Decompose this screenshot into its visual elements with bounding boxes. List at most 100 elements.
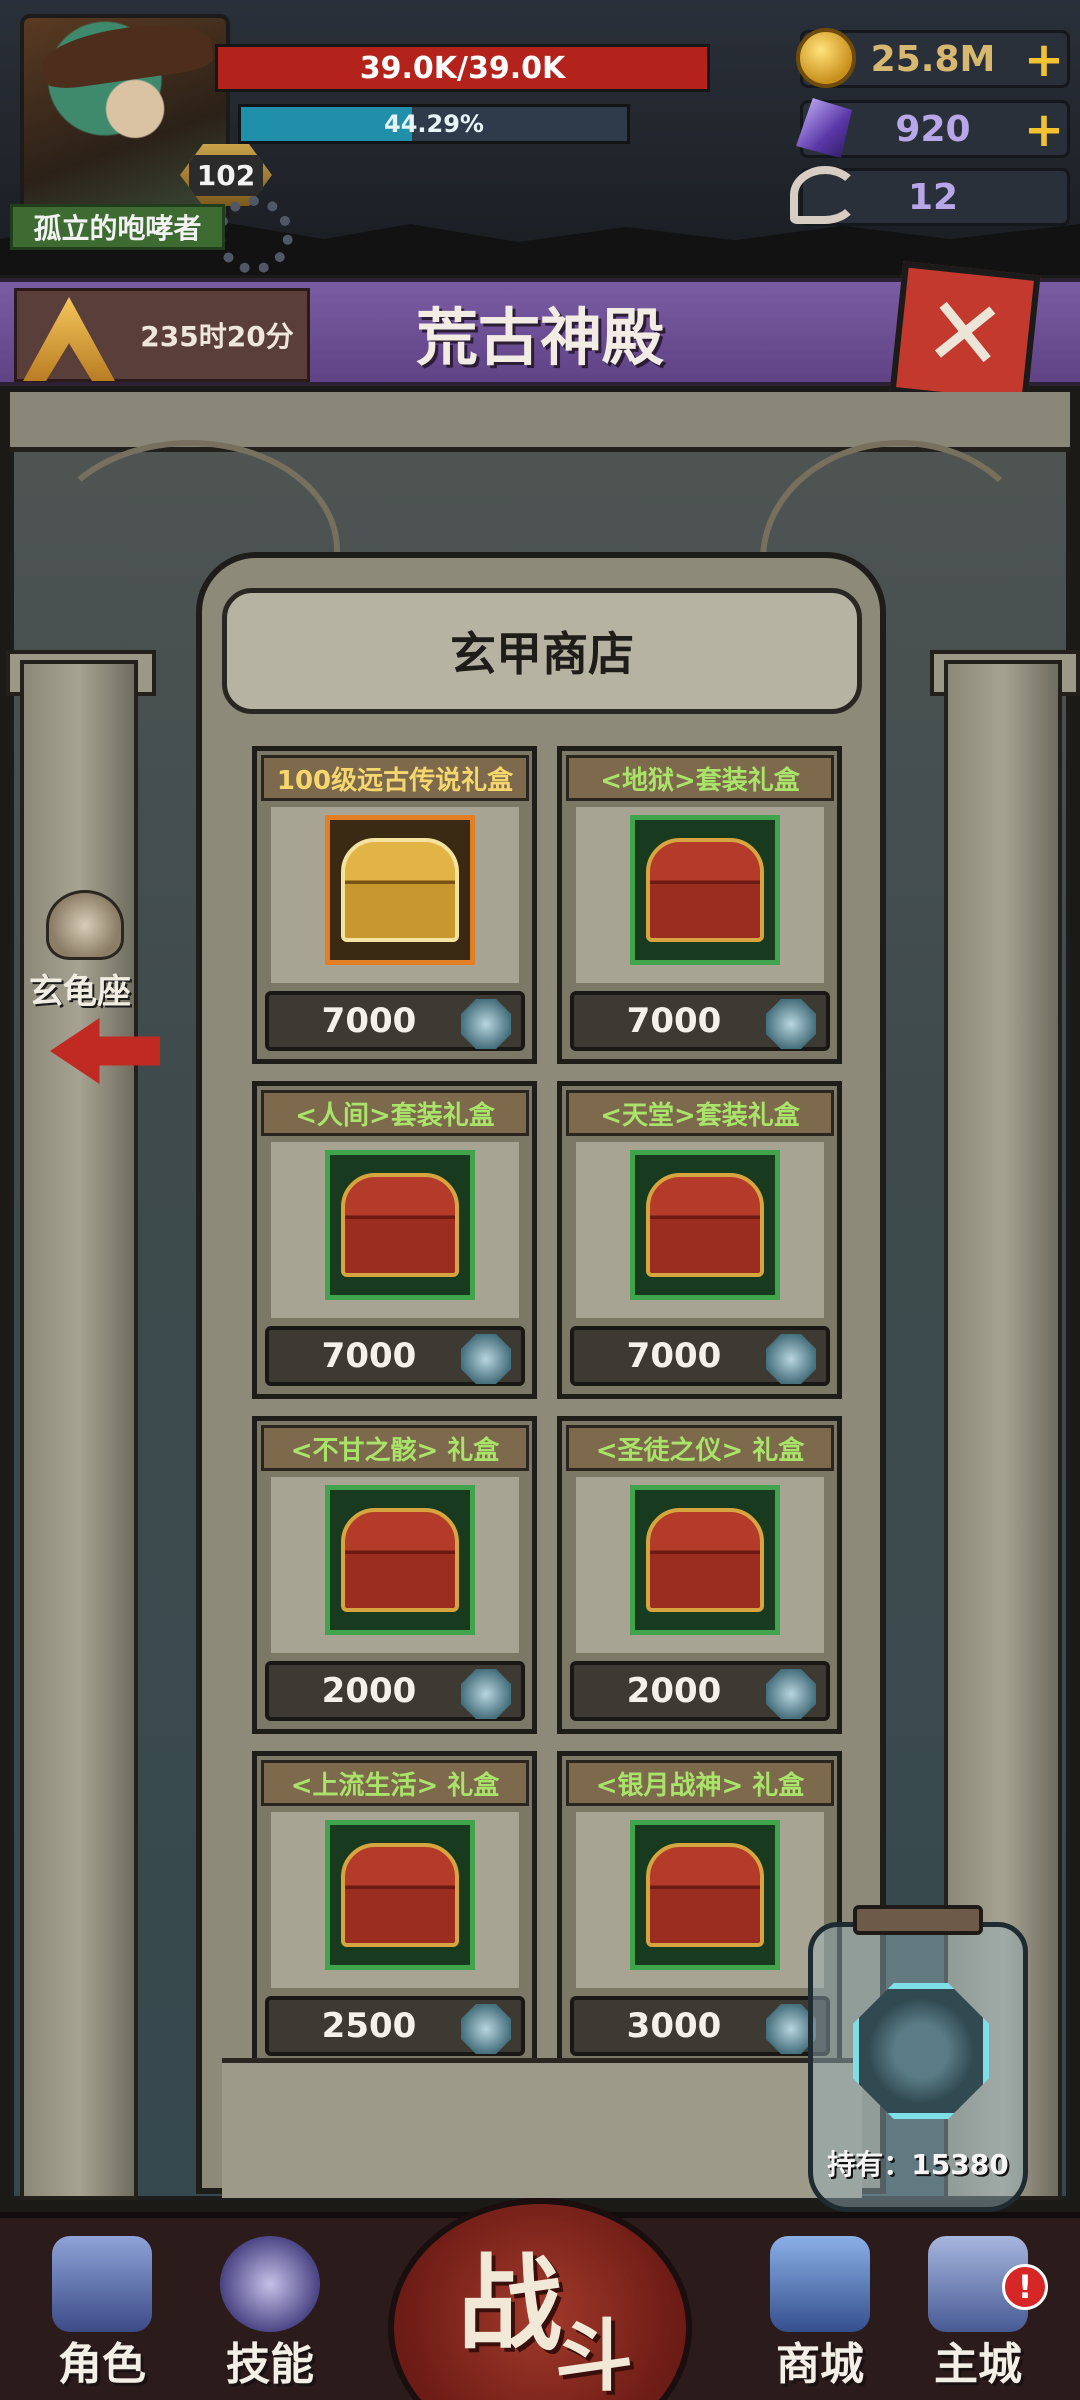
shop-item[interactable]: <不甘之骸> 礼盒 2000: [252, 1416, 537, 1734]
price-value: 7000: [626, 1336, 722, 1376]
shop-item-title: <地狱>套装礼盒: [566, 755, 834, 801]
item-frame: [325, 1820, 475, 1970]
add-gold-button[interactable]: +: [1021, 32, 1067, 88]
nav-city[interactable]: 主城: [898, 2218, 1058, 2400]
shop-item[interactable]: <圣徒之仪> 礼盒 2000: [557, 1416, 842, 1734]
treasure-chest-icon: [646, 838, 764, 942]
shop-item[interactable]: <上流生活> 礼盒 2500: [252, 1751, 537, 2069]
add-gem-button[interactable]: +: [1021, 102, 1067, 158]
price-value: 2000: [626, 1671, 722, 1711]
armor-token-icon: [766, 1334, 816, 1384]
holdings-text: 持有：15380: [827, 2148, 1009, 2181]
shop-item-title: <圣徒之仪> 礼盒: [566, 1425, 834, 1471]
constellation-nav[interactable]: 玄龟座: [10, 890, 180, 1090]
rank-up-icon: [23, 297, 115, 381]
treasure-chest-icon: [341, 1508, 459, 1612]
nav-city-label: 主城: [934, 2339, 1022, 2390]
alert-badge: !: [1002, 2264, 1048, 2310]
constellation-label: 玄龟座: [29, 971, 131, 1012]
armor-token-icon: [461, 1334, 511, 1384]
shop-item-title: <人间>套装礼盒: [261, 1090, 529, 1136]
armor-token-icon: [766, 1669, 816, 1719]
treasure-chest-icon: [341, 838, 459, 942]
price-value: 7000: [321, 1336, 417, 1376]
nav-character[interactable]: 角色: [22, 2218, 182, 2400]
price-box[interactable]: 2000: [265, 1661, 525, 1721]
page-title: 荒古神殿: [415, 301, 664, 374]
price-value: 7000: [321, 1001, 417, 1041]
shop-item[interactable]: <天堂>套装礼盒 7000: [557, 1081, 842, 1399]
armor-token-icon: [461, 999, 511, 1049]
item-frame: [325, 815, 475, 965]
nav-shop[interactable]: 商城: [740, 2218, 900, 2400]
turtle-icon: [46, 890, 124, 960]
item-frame: [630, 1150, 780, 1300]
nav-shop-label: 商城: [776, 2339, 864, 2390]
armor-token-icon: [461, 2004, 511, 2054]
tent-icon: [770, 2236, 870, 2332]
shop-grid: 100级远古传说礼盒 7000 <地狱>套装礼盒 7000 <人间>套装礼盒 7…: [252, 746, 842, 2069]
close-button[interactable]: ✕: [889, 261, 1041, 407]
item-frame: [325, 1485, 475, 1635]
swirl-icon: [220, 2236, 320, 2332]
holdings-jar[interactable]: 持有：15380: [808, 1905, 1028, 2212]
arrow-left-icon[interactable]: [50, 1018, 160, 1084]
panel-footer: [222, 2058, 862, 2198]
timer-badge[interactable]: 235时20分: [14, 288, 310, 382]
price-box[interactable]: 2500: [265, 1996, 525, 2056]
treasure-chest-icon: [646, 1508, 764, 1612]
hp-bar: 39.0K/39.0K: [215, 44, 710, 92]
exp-text: 44.29%: [384, 110, 484, 138]
item-frame: [325, 1150, 475, 1300]
price-box[interactable]: 7000: [265, 1326, 525, 1386]
ram-horn-icon: [790, 166, 860, 224]
shop-item-title: <天堂>套装礼盒: [566, 1090, 834, 1136]
shop-item-title: 100级远古传说礼盒: [261, 755, 529, 801]
item-frame: [630, 1485, 780, 1635]
shop-item-title: <银月战神> 礼盒: [566, 1760, 834, 1806]
player-level: 102: [188, 154, 264, 196]
gold-coin-icon: [796, 28, 856, 88]
exp-bar: 44.29%: [238, 104, 630, 144]
treasure-chest-icon: [646, 1843, 764, 1947]
price-box[interactable]: 7000: [570, 991, 830, 1051]
item-frame: [630, 815, 780, 965]
helmet-icon: [52, 2236, 152, 2332]
treasure-chest-icon: [646, 1173, 764, 1277]
timer-text: 235时20分: [140, 320, 294, 353]
treasure-chest-icon: [341, 1843, 459, 1947]
price-box[interactable]: 2000: [570, 1661, 830, 1721]
treasure-chest-icon: [341, 1173, 459, 1277]
price-value: 2000: [321, 1671, 417, 1711]
price-box[interactable]: 3000: [570, 1996, 830, 2056]
shop-item[interactable]: <地狱>套装礼盒 7000: [557, 746, 842, 1064]
gear-icon[interactable]: [215, 196, 293, 274]
jar-lid: [853, 1905, 983, 1935]
price-value: 2500: [321, 2006, 417, 2046]
armor-token-icon: [853, 1983, 989, 2119]
gem-value: 920: [895, 108, 971, 150]
shop-item[interactable]: <银月战神> 礼盒 3000: [557, 1751, 842, 2069]
armor-token-icon: [766, 999, 816, 1049]
nav-skills[interactable]: 技能: [190, 2218, 350, 2400]
nav-character-label: 角色: [58, 2339, 146, 2390]
battle-label: 斗: [554, 2312, 633, 2400]
price-box[interactable]: 7000: [570, 1326, 830, 1386]
shop-panel: 玄甲商店 100级远古传说礼盒 7000 <地狱>套装礼盒 7000 <人间>套…: [196, 552, 886, 2198]
price-value: 7000: [626, 1001, 722, 1041]
shop-title: 玄甲商店: [222, 588, 862, 714]
player-name: 孤立的咆哮者: [10, 204, 225, 250]
item-frame: [630, 1820, 780, 1970]
shop-item-title: <不甘之骸> 礼盒: [261, 1425, 529, 1471]
armor-token-icon: [461, 1669, 511, 1719]
shop-item-title: <上流生活> 礼盒: [261, 1760, 529, 1806]
horn-value: 12: [907, 176, 959, 218]
shop-item[interactable]: 100级远古传说礼盒 7000: [252, 746, 537, 1064]
avatar-hat: [39, 18, 215, 92]
price-box[interactable]: 7000: [265, 991, 525, 1051]
hp-text: 39.0K/39.0K: [359, 50, 566, 86]
gold-value: 25.8M: [870, 38, 996, 80]
nav-skills-label: 技能: [226, 2339, 314, 2390]
shop-item[interactable]: <人间>套装礼盒 7000: [252, 1081, 537, 1399]
price-value: 3000: [626, 2006, 722, 2046]
